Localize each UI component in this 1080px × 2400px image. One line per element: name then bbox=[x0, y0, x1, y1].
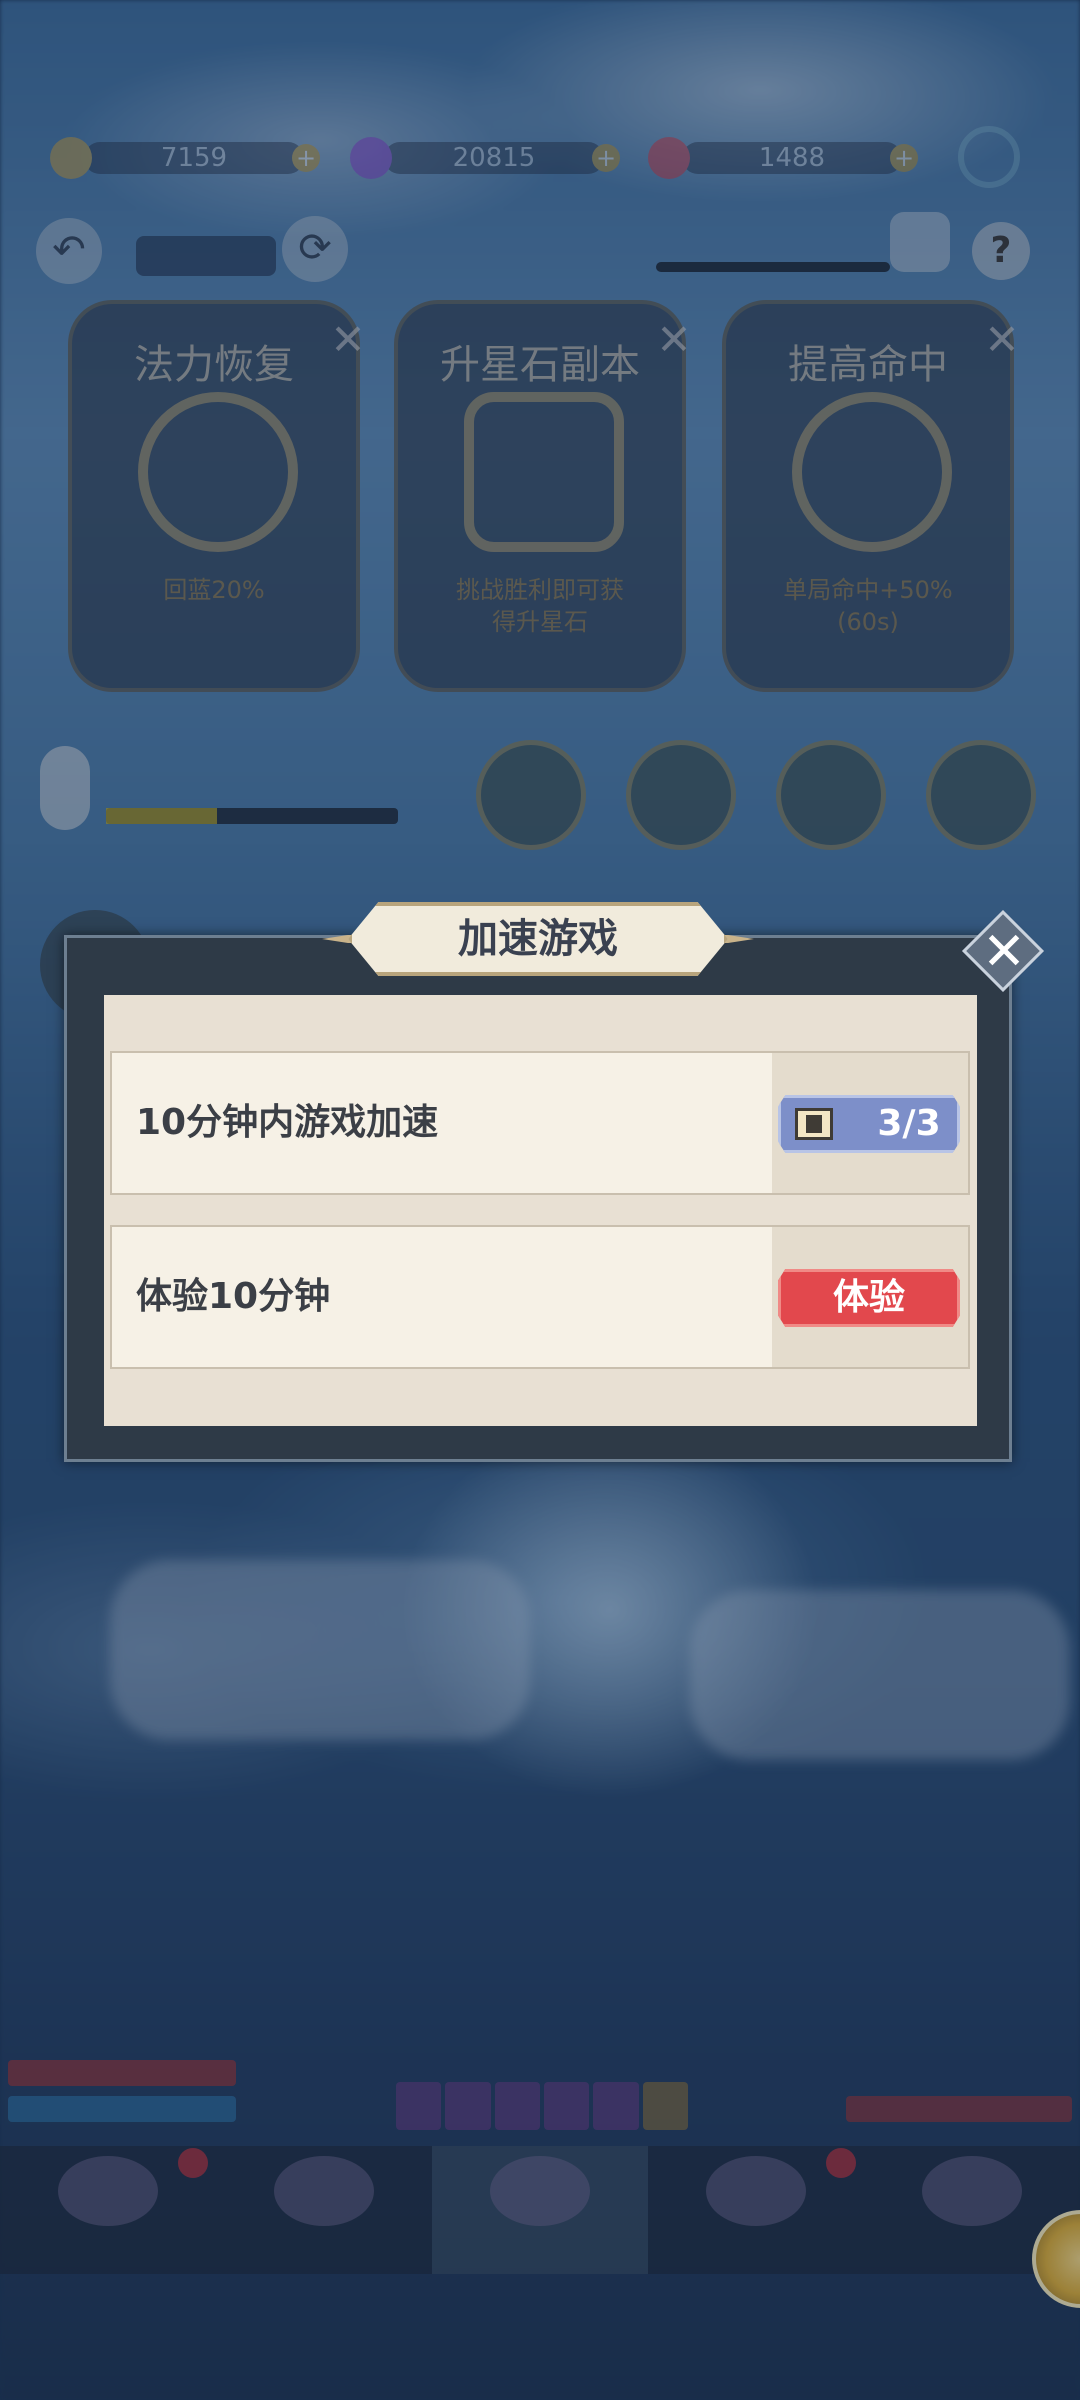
watch-ad-speed-up-button[interactable]: 3/3 bbox=[778, 1095, 960, 1153]
film-icon bbox=[795, 1108, 833, 1140]
trial-button[interactable]: 体验 bbox=[778, 1269, 960, 1327]
dialog-title-plate: 加速游戏 bbox=[322, 902, 754, 976]
speed-up-dialog bbox=[64, 935, 1012, 1462]
option-label: 体验10分钟 bbox=[136, 1276, 331, 1317]
dialog-title: 加速游戏 bbox=[458, 916, 618, 962]
dialog-close-button[interactable]: ✕ bbox=[961, 909, 1046, 994]
close-icon: ✕ bbox=[982, 922, 1026, 982]
option-label: 10分钟内游戏加速 bbox=[136, 1102, 439, 1143]
ad-remaining-count: 3/3 bbox=[877, 1103, 941, 1144]
trial-button-label: 体验 bbox=[832, 1277, 905, 1318]
